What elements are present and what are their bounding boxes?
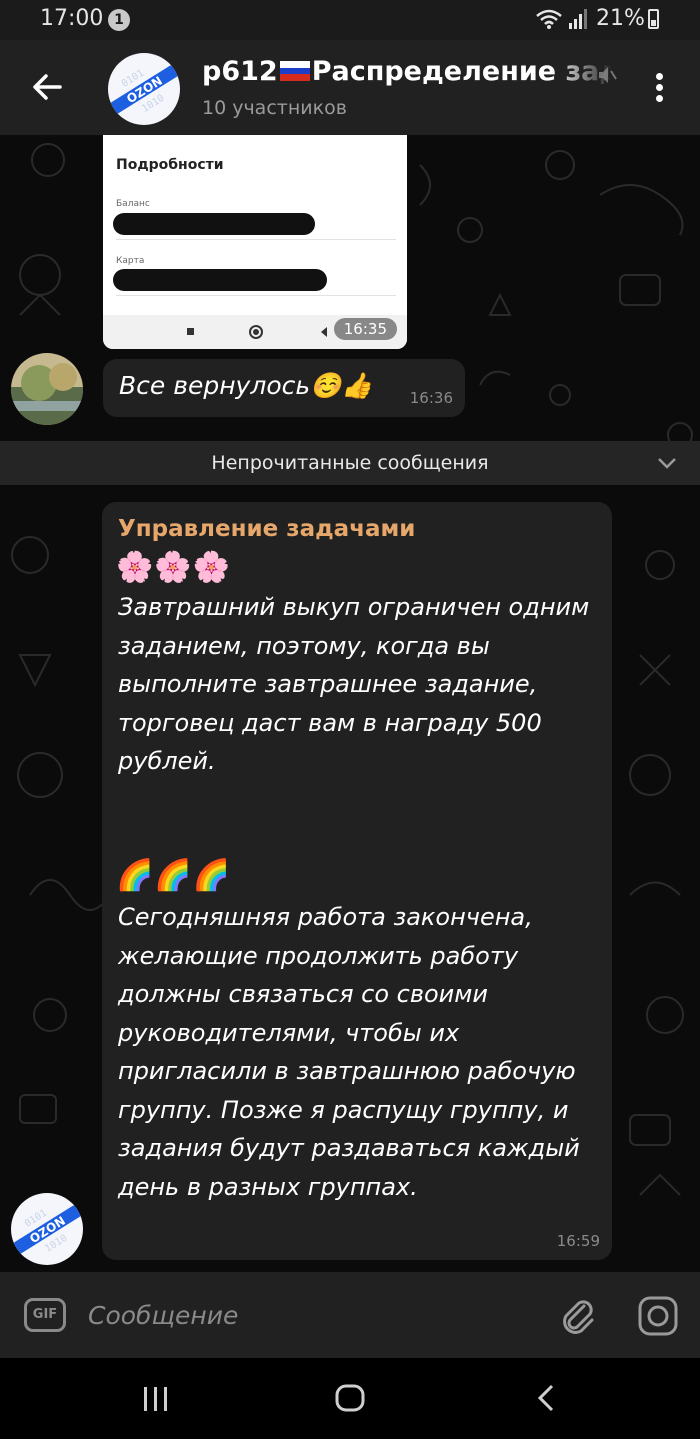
battery-icon — [648, 9, 659, 29]
unread-divider: Непрочитанные сообщения — [0, 441, 700, 485]
camera-icon[interactable] — [636, 1294, 680, 1338]
message-time: 16:59 — [556, 1232, 600, 1250]
message-bubble[interactable]: Все вернулось☺️👍 16:36 — [103, 359, 465, 417]
avatar-photo-image — [11, 353, 83, 425]
status-time: 17:00 — [40, 6, 104, 31]
user-avatar[interactable] — [11, 353, 83, 425]
redaction-scribble — [113, 269, 327, 291]
back-arrow-icon[interactable] — [24, 64, 70, 110]
battery-percent: 21% — [596, 6, 645, 31]
image-divider — [116, 295, 396, 296]
ozon-logo-icon: OZON 0101 1010 — [12, 1204, 83, 1255]
chat-title[interactable]: p612 Распределение зад — [202, 56, 612, 92]
message-time: 16:35 — [333, 318, 397, 340]
image-divider — [116, 239, 396, 240]
notification-badge: 1 — [108, 9, 130, 31]
status-bar: 17:00 1 21% — [0, 0, 700, 40]
message-composer: GIF — [0, 1272, 700, 1358]
redaction-scribble — [113, 213, 315, 235]
members-count: 10 участников — [202, 97, 347, 119]
emoji-row: 🌸🌸🌸 — [116, 550, 232, 585]
unread-divider-label: Непрочитанные сообщения — [211, 452, 489, 474]
more-options-icon[interactable] — [646, 70, 672, 110]
group-avatar[interactable]: OZON 0101 1010 — [108, 53, 180, 125]
chat-header: OZON 0101 1010 p612 Распределение зад 10 … — [0, 40, 700, 135]
image-label-card: Карта — [116, 256, 145, 266]
home-icon[interactable] — [334, 1382, 366, 1414]
russia-flag-icon — [279, 61, 310, 82]
message-paragraph: Сегодняшняя работа закончена, желающие п… — [118, 903, 580, 1201]
message-time: 16:36 — [409, 389, 453, 407]
image-title: Подробности — [116, 157, 224, 173]
sender-name[interactable]: Управление задачами — [118, 516, 415, 542]
image-message[interactable]: Подробности Баланс Карта 16:35 — [103, 135, 407, 349]
image-label-balance: Баланс — [116, 199, 150, 209]
message-input[interactable] — [86, 1294, 540, 1336]
recent-apps-icon[interactable] — [140, 1384, 172, 1414]
gif-button[interactable]: GIF — [24, 1298, 66, 1332]
nav-back-icon[interactable] — [532, 1382, 560, 1414]
paperclip-icon[interactable] — [556, 1294, 598, 1336]
chat-title-text: Распределение зад — [311, 56, 612, 87]
chevron-down-icon[interactable] — [656, 455, 678, 471]
wifi-icon — [536, 9, 562, 29]
sender-avatar[interactable]: OZON 0101 1010 — [11, 1193, 83, 1265]
message-text: Все вернулось☺️👍 — [119, 371, 373, 400]
chat-title-prefix: p612 — [202, 56, 278, 87]
ozon-logo-icon: OZON 0101 1010 — [109, 64, 180, 115]
message-bubble[interactable]: Управление задачами 🌸🌸🌸 Завтрашний выкуп… — [102, 502, 612, 1260]
mute-icon — [599, 67, 617, 83]
system-nav-bar — [0, 1358, 700, 1439]
message-paragraph: Завтрашний выкуп ограничен одним задание… — [118, 593, 590, 775]
signal-icon — [569, 9, 587, 29]
emoji-row: 🌈🌈🌈 — [116, 858, 232, 893]
chat-messages-area[interactable]: Подробности Баланс Карта 16:35 Все верну… — [0, 135, 700, 1272]
